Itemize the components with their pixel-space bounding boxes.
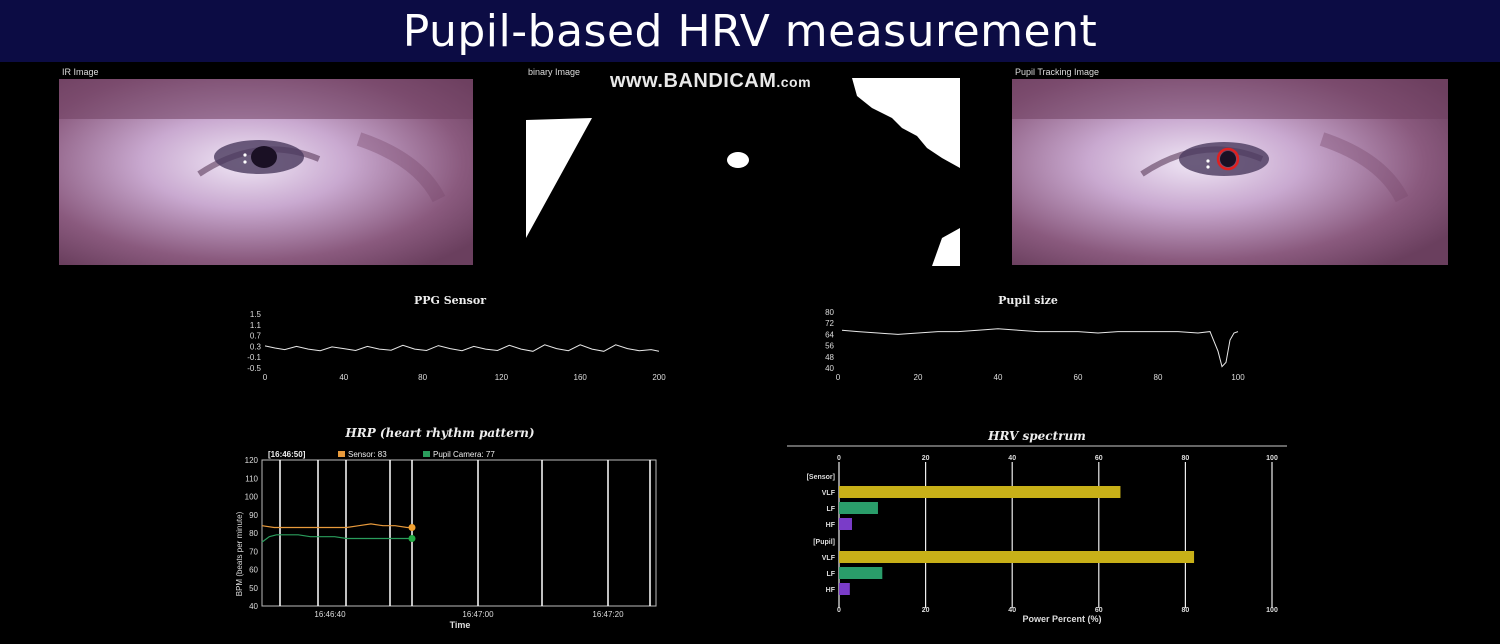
ir-image-view [59,79,473,265]
pupil-tracking-view [1012,79,1448,265]
hrv-group-label: [Sensor] [807,474,835,481]
hrv-bar-vlf [839,551,1195,563]
psz-ytick-label: 80 [825,308,834,317]
hrp-ytick-label: 120 [245,456,259,465]
legend-sensor-label: Sensor: 83 [348,450,387,459]
psz-xtick-label: 60 [1074,373,1083,382]
hrp-ytick-label: 60 [249,566,258,575]
hrp-xtick-label: 16:46:40 [314,610,346,619]
binary-threshold-image [522,78,962,266]
psz-ytick-label: 56 [825,342,834,351]
hrv-group-label: [Pupil] [813,539,835,546]
hrv-bar-vlf [839,486,1121,498]
pupil-size-series-line [841,328,1239,368]
psz-xtick-label: 100 [1231,373,1245,382]
hrv-bottom-tick-label: 80 [1182,607,1190,614]
hrv-bar-lf [839,502,878,514]
legend-sensor-swatch [338,451,345,457]
psz-ytick-label: 72 [825,319,834,328]
ppg-ytick-label: -0.5 [247,364,261,373]
hrp-y-axis-label: BPM (beats per minute) [235,511,244,596]
ppg-xtick-label: 40 [339,373,348,382]
ppg-xtick-label: 160 [574,373,588,382]
hrv-top-tick-label: 40 [1008,455,1016,462]
pupil-tracking-caption: Pupil Tracking Image [1015,67,1100,77]
ppg-sensor-chart: PPG Sensor 1.5 1.1 0.70.3 -0.1 -0.50 40 80 120 1… [247,294,666,382]
pupil-current-point [408,534,416,542]
ppg-xtick-label: 0 [263,373,268,382]
hrp-ytick-label: 40 [249,602,258,611]
hrv-bottom-tick-label: 100 [1266,607,1278,614]
hrv-bottom-tick-label: 40 [1008,607,1016,614]
psz-ytick-label: 40 [825,364,834,373]
ir-image-caption: IR Image [62,67,99,77]
legend-pupil-swatch [423,451,430,457]
binary-image-caption: binary Image [528,67,581,77]
hrv-bar-label: LF [826,571,835,578]
ppg-ytick-label: 0.7 [250,332,262,341]
pupil-size-chart: Pupil size 8072645648400 20 40 60 80 100 [825,294,1245,382]
hrv-chart-title: HRV spectrum [987,429,1086,443]
hrp-ytick-label: 50 [249,584,258,593]
hrv-bottom-tick-label: 20 [922,607,930,614]
hrp-chart-title: HRP (heart rhythm pattern) [344,426,534,440]
psz-ytick-label: 48 [825,353,834,362]
hrv-bar-hf [839,518,852,530]
psz-xtick-label: 0 [836,373,841,382]
ppg-xtick-label: 200 [652,373,666,382]
pupil-size-chart-title: Pupil size [998,294,1058,307]
psz-xtick-label: 40 [994,373,1003,382]
hrv-top-tick-label: 20 [922,455,930,462]
hrp-chart: HRP (heart rhythm pattern) 120 110 100 90 80… [235,426,657,630]
ppg-series-line [264,344,660,352]
ppg-xtick-label: 80 [418,373,427,382]
psz-xtick-label: 20 [914,373,923,382]
ppg-chart-title: PPG Sensor [414,294,486,307]
ir-eye-image [59,79,473,265]
sensor-current-point [408,524,416,532]
hrp-ytick-label: 110 [245,474,258,483]
ppg-ytick-label: 1.1 [250,321,262,330]
hrv-bar-hf [839,583,850,595]
hrv-top-tick-label: 100 [1266,455,1278,462]
hrv-bar-label: VLF [822,490,836,497]
ppg-xtick-label: 120 [495,373,509,382]
hrp-ytick-label: 100 [245,493,259,502]
bandicam-watermark: www.BANDICAM.com [610,70,812,92]
psz-ytick-label: 64 [825,330,834,339]
ppg-ytick-label: 1.5 [250,310,262,319]
binary-image-view [522,78,962,266]
hrv-bar-lf [839,567,883,579]
hrv-bar-label: HF [826,522,836,529]
hrv-top-tick-label: 80 [1182,455,1190,462]
tracked-eye-image [1012,79,1448,265]
hrv-bar-label: VLF [822,555,836,562]
hrp-ytick-label: 70 [249,547,258,556]
slide-title: Pupil-based HRV measurement [402,5,1098,57]
hrv-spectrum-chart: HRV spectrum 0 0 20 20 40 40 60 60 80 80 100 100 [S… [787,429,1287,624]
hrv-bottom-tick-label: 0 [837,607,841,614]
hrp-x-axis-label: Time [450,620,471,630]
legend-pupil-label: Pupil Camera: 77 [433,450,495,459]
hrp-plot-frame [261,459,657,607]
hrv-top-tick-label: 0 [837,455,841,462]
hrv-bottom-tick-label: 60 [1095,607,1103,614]
hrv-bar-label: HF [826,587,836,594]
psz-xtick-label: 80 [1154,373,1163,382]
hrv-x-axis-label: Power Percent (%) [1022,614,1101,624]
hrv-bar-label: LF [826,506,835,513]
hrp-xtick-label: 16:47:00 [462,610,494,619]
hrp-ytick-label: 80 [249,529,258,538]
hrp-xtick-label: 16:47:20 [592,610,624,619]
ppg-ytick-label: -0.1 [247,353,261,362]
hrv-top-tick-label: 60 [1095,455,1103,462]
ppg-ytick-label: 0.3 [250,342,262,351]
title-banner: Pupil-based HRV measurement [0,0,1500,62]
hrp-ytick-label: 90 [249,511,258,520]
hrp-legend-time: [16:46:50] [268,450,306,459]
